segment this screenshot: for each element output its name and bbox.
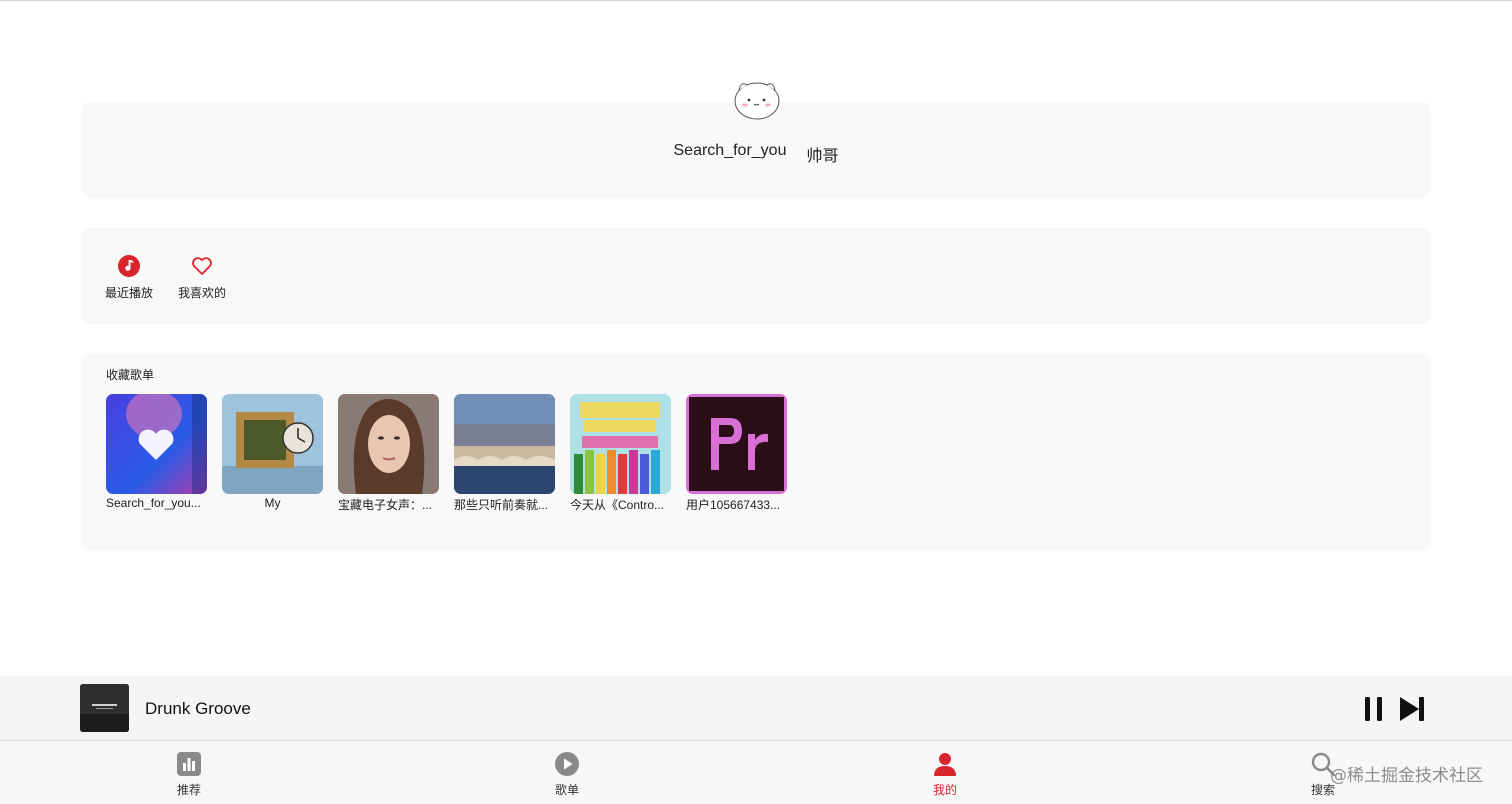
profile-names: Search_for_you 帅哥 <box>0 142 1512 165</box>
playlist-cover <box>686 394 787 494</box>
playlist-item[interactable]: My <box>222 394 323 510</box>
collected-playlists-card: 收藏歌单 Search_for_you... My 宝藏电子女声：... 那些只… <box>82 353 1430 551</box>
playlist-name: My <box>264 496 281 510</box>
tab-recommend[interactable]: 推荐 <box>159 751 219 798</box>
liked-songs-button[interactable]: 我喜欢的 <box>178 254 226 301</box>
music-note-icon <box>118 255 140 277</box>
watermark: @稀土掘金技术社区 <box>1330 766 1483 786</box>
playlist-cover <box>454 394 555 494</box>
now-playing-title: Drunk Groove <box>145 699 251 718</box>
top-divider <box>0 0 1512 1</box>
tab-mine-label: 我的 <box>932 783 957 797</box>
playlist-item[interactable]: 用户105667433... <box>686 394 787 513</box>
profile-username: Search_for_you <box>673 142 787 159</box>
playlist-item[interactable]: 今天从《Contro... <box>570 394 671 513</box>
tab-mine[interactable]: 我的 <box>915 751 975 798</box>
tab-playlist[interactable]: 歌单 <box>537 751 597 798</box>
quick-actions-card: 最近播放 我喜欢的 <box>82 228 1430 324</box>
playlist-item[interactable]: 那些只听前奏就... <box>454 394 555 513</box>
next-icon[interactable] <box>1398 696 1426 722</box>
playlist-name: 今天从《Contro... <box>570 498 665 512</box>
playlist-cover <box>338 394 439 494</box>
tab-bar: 推荐 歌单 我的 搜索 <box>0 741 1512 804</box>
heart-icon <box>192 257 212 275</box>
playlist-name: Search_for_you... <box>106 496 201 510</box>
tab-recommend-label: 推荐 <box>176 783 201 797</box>
playlist-cover <box>570 394 671 494</box>
collected-playlists-title: 收藏歌单 <box>106 368 155 382</box>
playlist-name: 用户105667433... <box>686 498 781 512</box>
playlist-name: 那些只听前奏就... <box>454 498 549 512</box>
now-playing-cover <box>80 684 129 732</box>
tab-playlist-label: 歌单 <box>554 783 579 797</box>
avatar[interactable] <box>731 76 783 122</box>
pause-icon[interactable] <box>1363 696 1385 722</box>
playlist-name: 宝藏电子女声：... <box>338 498 433 512</box>
playlist-item[interactable]: Search_for_you... <box>106 394 207 510</box>
recent-played-label: 最近播放 <box>105 286 154 300</box>
liked-songs-label: 我喜欢的 <box>178 286 227 300</box>
recent-played-button[interactable]: 最近播放 <box>105 254 153 301</box>
chart-bars-icon <box>177 752 201 776</box>
user-icon <box>934 753 956 776</box>
profile-nickname: 帅哥 <box>806 148 839 165</box>
playlist-cover <box>222 394 323 494</box>
mini-player[interactable]: Drunk Groove <box>0 676 1512 741</box>
playlist-item[interactable]: 宝藏电子女声：... <box>338 394 439 513</box>
play-circle-icon <box>555 752 579 776</box>
playlist-cover <box>106 394 207 494</box>
